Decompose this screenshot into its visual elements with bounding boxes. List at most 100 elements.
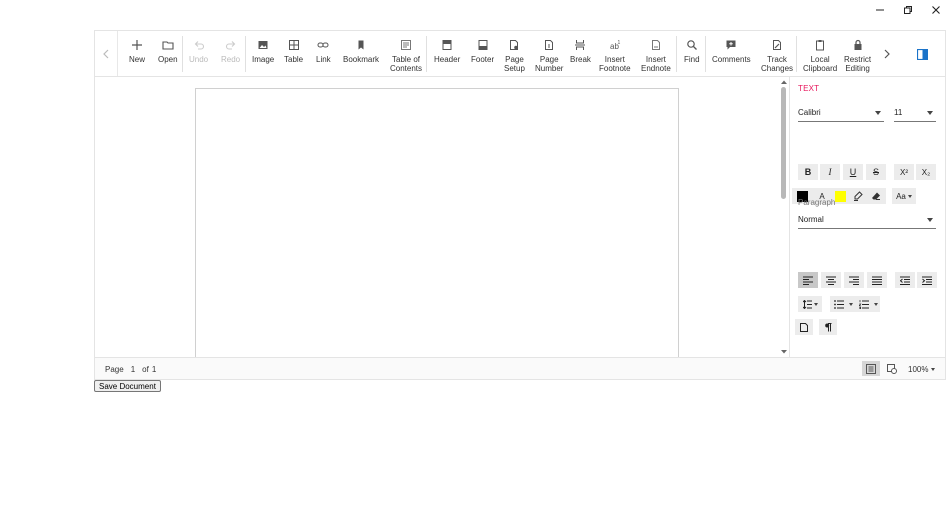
superscript-icon: X² (900, 167, 908, 177)
table-of-contents-button-label: Table of Contents (390, 55, 423, 73)
new-button[interactable]: New (129, 36, 145, 64)
bookmark-button[interactable]: Bookmark (343, 36, 379, 64)
page-setup-button[interactable]: Page Setup (504, 36, 525, 73)
break-button[interactable]: Break (570, 36, 591, 64)
insert-footnote-button-label: Insert Footnote (599, 55, 631, 73)
zoom-dropdown[interactable]: 100% (908, 365, 936, 374)
plus-icon (132, 40, 142, 50)
status-bar: Page 1 of 1 100% (95, 357, 945, 379)
table-of-contents-icon (401, 40, 412, 50)
strikethrough-button[interactable]: S (866, 164, 886, 180)
subscript-icon: X₂ (921, 167, 931, 177)
bullet-list-icon (833, 299, 844, 309)
toolbar: New Open Undo Redo Image Table Link Book… (95, 31, 945, 77)
redo-icon (225, 41, 235, 50)
break-button-label: Break (570, 55, 591, 64)
numbering-button[interactable] (856, 296, 880, 312)
image-button[interactable]: Image (252, 36, 274, 64)
highlight-button[interactable] (848, 188, 868, 204)
font-size-dropdown[interactable]: 11 (894, 107, 936, 122)
restrict-editing-button[interactable]: Restrict Editing (844, 36, 871, 73)
align-right-icon (849, 276, 859, 285)
increase-indent-button[interactable] (917, 272, 937, 288)
bold-icon: B (804, 167, 812, 177)
scroll-up-icon[interactable] (780, 79, 788, 85)
local-clipboard-button[interactable]: Local Clipboard (803, 36, 837, 73)
align-left-icon (803, 276, 813, 285)
bold-button[interactable]: B (798, 164, 818, 180)
decrease-indent-button[interactable] (895, 272, 915, 288)
undo-button[interactable]: Undo (189, 36, 208, 64)
font-family-dropdown[interactable]: Calibri (798, 107, 884, 122)
chevron-left-icon (103, 49, 109, 58)
subscript-button[interactable]: X₂ (916, 164, 936, 180)
underline-button[interactable]: U (843, 164, 863, 180)
superscript-button[interactable]: X² (894, 164, 914, 180)
chevron-down-icon (813, 302, 818, 306)
properties-pane-toggle[interactable] (913, 45, 931, 63)
align-right-button[interactable] (844, 272, 864, 288)
link-button[interactable]: Link (316, 36, 331, 64)
open-button[interactable]: Open (158, 36, 178, 64)
footer-button[interactable]: Footer (471, 36, 494, 64)
total-pages: 1 (151, 365, 157, 374)
justify-button[interactable] (867, 272, 887, 288)
scroll-down-icon[interactable] (780, 349, 788, 355)
track-changes-button-label: Track Changes (761, 55, 794, 73)
web-layout-button[interactable] (883, 361, 901, 376)
restore-button[interactable] (894, 0, 922, 20)
minimize-button[interactable] (866, 0, 894, 20)
print-layout-button[interactable] (862, 361, 880, 376)
close-button[interactable] (922, 0, 950, 20)
text-section-heading: TEXT (798, 84, 820, 93)
toolbar-separator (182, 36, 183, 72)
paragraph-style-dropdown[interactable]: Normal (798, 214, 936, 229)
chevron-right-icon (884, 49, 890, 58)
redo-button[interactable]: Redo (221, 36, 240, 64)
numbered-list-icon (858, 299, 869, 309)
line-spacing-button[interactable] (798, 296, 822, 312)
justify-icon (872, 276, 882, 285)
vertical-scrollbar[interactable] (779, 77, 789, 357)
footnote-icon: ab1 (610, 40, 621, 51)
table-of-contents-button[interactable]: Table of Contents (390, 36, 422, 73)
save-document-button[interactable]: Save Document (94, 380, 161, 392)
show-hide-marks-button[interactable] (819, 319, 837, 335)
page-number-button[interactable]: Page Number (535, 36, 563, 73)
current-page-input[interactable]: 1 (131, 365, 135, 374)
footer-button-label: Footer (471, 55, 495, 64)
undo-button-label: Undo (189, 55, 209, 64)
track-changes-button[interactable]: Track Changes (761, 36, 793, 73)
italic-icon: I (828, 167, 832, 177)
change-case-button[interactable]: Aa (892, 188, 916, 204)
window-controls (866, 0, 950, 20)
toolbar-separator (676, 36, 677, 72)
toolbar-scroll-left-button[interactable] (95, 31, 118, 76)
align-left-button[interactable] (798, 272, 818, 288)
table-button[interactable]: Table (284, 36, 303, 64)
bullets-button[interactable] (830, 296, 856, 312)
document-page[interactable] (195, 88, 679, 360)
header-button[interactable]: Header (434, 36, 460, 64)
chevron-down-icon (875, 111, 881, 115)
document-canvas[interactable] (95, 77, 789, 360)
clear-format-button[interactable] (866, 188, 886, 204)
scrollbar-thumb[interactable] (781, 87, 786, 199)
header-icon (442, 40, 452, 50)
find-button[interactable]: Find (684, 36, 700, 64)
print-layout-icon (866, 363, 876, 374)
insert-endnote-button[interactable]: Insert Endnote (641, 36, 671, 73)
toolbar-scroll-right-button[interactable] (876, 31, 898, 76)
insert-footnote-button[interactable]: ab 1 Insert Footnote (599, 36, 631, 73)
paragraph-dialog-button[interactable] (795, 319, 813, 335)
change-case-icon: Aa (896, 191, 906, 201)
chevron-down-icon (907, 194, 912, 198)
restrict-editing-button-label: Restrict Editing (844, 55, 872, 73)
italic-button[interactable]: I (820, 164, 840, 180)
lock-icon (854, 39, 862, 50)
table-button-label: Table (284, 55, 304, 64)
comments-button[interactable]: Comments (712, 36, 751, 64)
underline-icon: U (849, 167, 857, 177)
align-center-icon (826, 276, 836, 285)
align-center-button[interactable] (821, 272, 841, 288)
